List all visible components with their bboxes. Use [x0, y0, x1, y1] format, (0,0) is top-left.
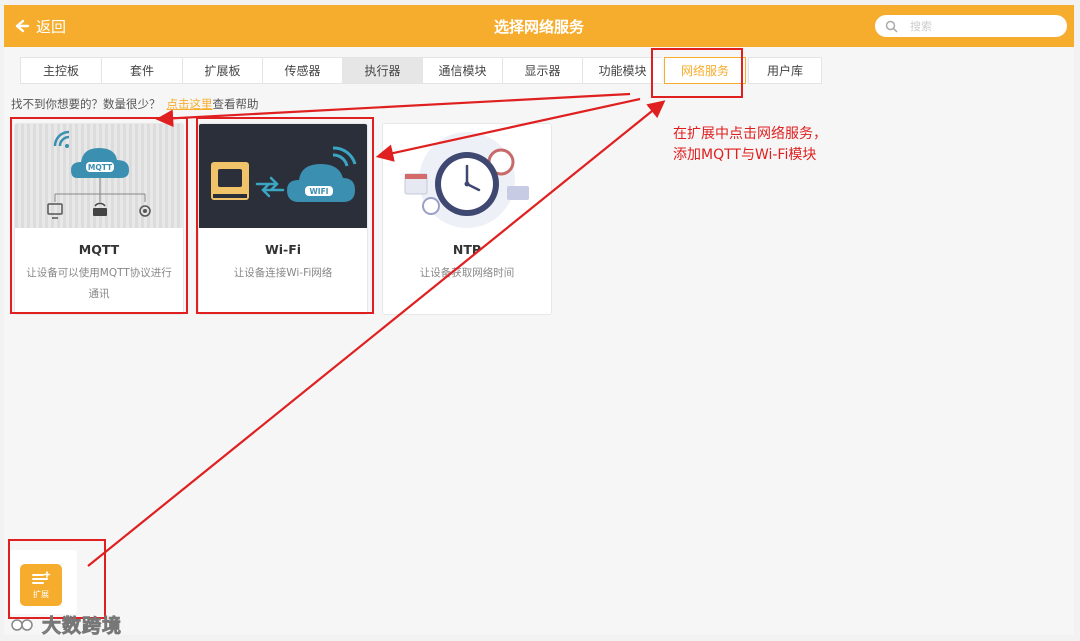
search-input[interactable]	[908, 18, 1062, 34]
search-box[interactable]	[875, 15, 1067, 37]
category-tabs: 主控板 套件 扩展板 传感器 执行器 通信模块 显示器 功能模块 网络服务 用户…	[20, 57, 822, 84]
wifi-badge: WIFI	[310, 187, 329, 196]
clock-illustration	[383, 124, 551, 228]
tab-user-library[interactable]: 用户库	[748, 57, 822, 84]
tab-sensor[interactable]: 传感器	[262, 57, 342, 84]
tab-actuator[interactable]: 执行器	[342, 57, 422, 84]
card-ntp[interactable]: NTP 让设备获取网络时间	[382, 123, 552, 315]
search-icon	[885, 20, 898, 33]
top-bar: 返回 选择网络服务	[4, 5, 1074, 47]
watermark-text: 大数跨境	[42, 615, 123, 638]
card-description: 让设备获取网络时间	[419, 267, 515, 279]
tab-main-board[interactable]: 主控板	[20, 57, 101, 84]
wifi-illustration: WIFI	[199, 124, 367, 228]
tab-display[interactable]: 显示器	[502, 57, 582, 84]
help-hint: 找不到你想要的？数量很少？ 点击这里查看帮助	[11, 96, 259, 112]
mqtt-illustration: MQTT	[15, 124, 183, 228]
card-title: Wi-Fi	[264, 242, 302, 257]
card-description: 让设备可以使用MQTT协议进行通讯	[26, 267, 172, 300]
annotation-note: 在扩展中点击网络服务， 添加MQTT与Wi-Fi模块	[673, 126, 827, 163]
card-title: NTP	[452, 242, 482, 257]
watermark: 大数跨境	[10, 611, 122, 638]
help-link[interactable]: 点击这里	[167, 97, 213, 111]
tab-network-service[interactable]: 网络服务	[664, 57, 746, 84]
hint-text: 找不到你想要的？数量很少？	[11, 97, 161, 111]
card-wifi[interactable]: WIFI Wi-Fi 让设备连接Wi-Fi网络	[198, 123, 368, 315]
card-mqtt[interactable]: MQTT MQTT 让设备可以使用MQTT协议进行通讯	[14, 123, 184, 315]
card-description: 让设备连接Wi-Fi网络	[233, 267, 333, 279]
tab-kit[interactable]: 套件	[101, 57, 182, 84]
watermark-logo-icon	[11, 618, 33, 631]
extension-icon	[32, 570, 51, 584]
mqtt-badge: MQTT	[88, 163, 113, 172]
card-title: MQTT	[78, 242, 120, 257]
hint-suffix: 查看帮助	[212, 97, 259, 111]
extension-label: 扩展	[33, 589, 49, 599]
extension-panel: 扩展	[9, 550, 77, 614]
app-window: 返回 选择网络服务 主控板 套件 扩展板 传感器 执行器 通信模块 显示器 功能…	[4, 5, 1074, 635]
tab-communication-module[interactable]: 通信模块	[422, 57, 502, 84]
tab-function-module[interactable]: 功能模块	[582, 57, 662, 84]
extension-button[interactable]: 扩展	[20, 564, 62, 606]
tab-expansion-board[interactable]: 扩展板	[182, 57, 262, 84]
